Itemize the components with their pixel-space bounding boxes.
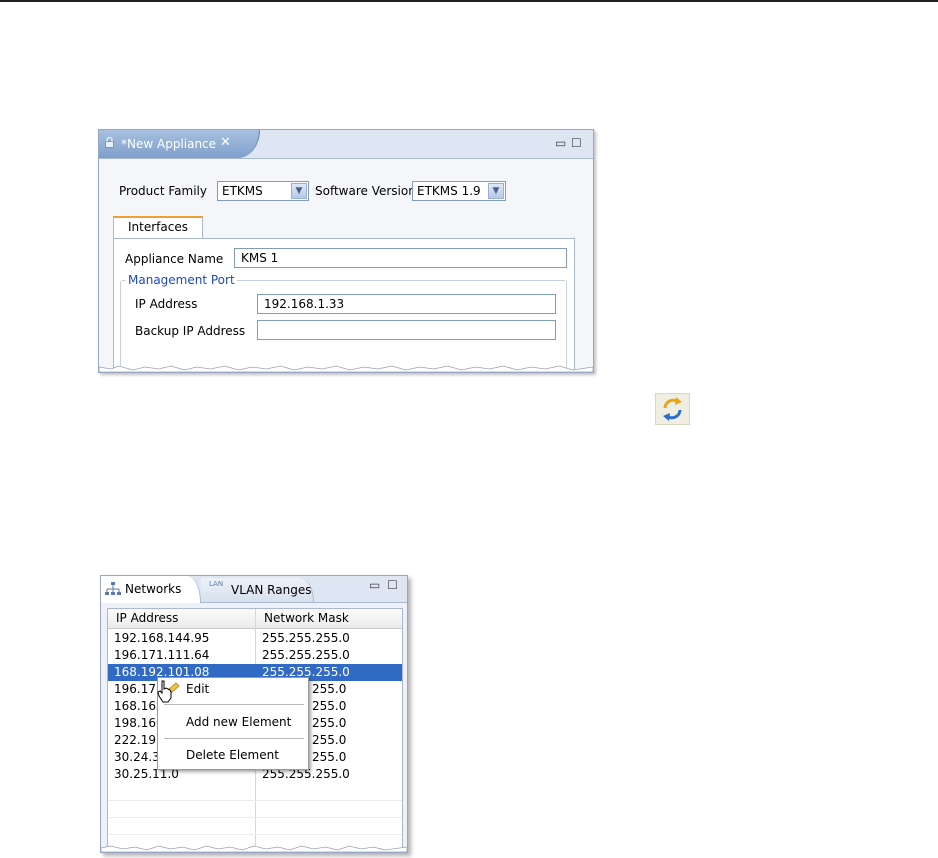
- menu-item-add-label: Add new Element: [186, 715, 292, 729]
- menu-item-add-element[interactable]: Add new Element: [158, 711, 308, 733]
- management-port-title: Management Port: [126, 273, 237, 287]
- context-menu: Edit Add new Element Delete Element: [157, 677, 309, 770]
- software-version-select[interactable]: ETKMS 1.9 ▼: [412, 181, 506, 201]
- backup-ip-label: Backup IP Address: [135, 324, 246, 338]
- software-version-label: Software Version: [315, 184, 416, 198]
- network-icon: [105, 582, 121, 599]
- tab-vlan-ranges[interactable]: LAN VLAN Ranges: [201, 578, 314, 602]
- column-header-mask[interactable]: Network Mask: [264, 611, 349, 625]
- tab-interfaces[interactable]: Interfaces: [113, 216, 203, 239]
- maximize-icon[interactable]: ☐: [387, 578, 398, 592]
- table-row[interactable]: 192.168.144.95 255.255.255.0: [108, 630, 402, 647]
- cell-mask: 255.0: [312, 716, 347, 730]
- tab-networks-label: Networks: [125, 582, 182, 596]
- tab-vlan-ranges-label: VLAN Ranges: [231, 583, 312, 597]
- cell-ip: 196.171.111.64: [114, 648, 210, 662]
- menu-separator: [164, 738, 304, 739]
- torn-edge: [99, 365, 593, 372]
- close-icon[interactable]: ✕: [220, 135, 231, 150]
- appliance-name-label: Appliance Name: [125, 252, 224, 266]
- software-version-value: ETKMS 1.9: [417, 184, 481, 198]
- row-divider: [108, 800, 402, 801]
- editor-tab-new-appliance[interactable]: *New Appliance ✕: [99, 130, 260, 158]
- cell-mask: 255.0: [312, 699, 347, 713]
- row-divider: [108, 817, 402, 818]
- menu-separator: [164, 704, 304, 705]
- product-family-select[interactable]: ETKMS ▼: [217, 181, 309, 201]
- appliance-name-value: KMS 1: [241, 251, 279, 265]
- refresh-icon[interactable]: [655, 393, 690, 425]
- cell-mask: 255.255.255.0: [262, 648, 350, 662]
- menu-item-edit-label: Edit: [186, 682, 210, 696]
- ip-address-field[interactable]: 192.168.1.33: [257, 294, 556, 314]
- editor-tab-bar: *New Appliance ✕ ▭ ☐: [99, 130, 593, 159]
- tab-networks[interactable]: Networks: [101, 576, 201, 603]
- product-family-value: ETKMS: [222, 184, 263, 198]
- lock-icon: [105, 136, 114, 148]
- menu-item-delete-label: Delete Element: [186, 748, 279, 762]
- lan-icon: LAN: [209, 580, 224, 588]
- minimize-icon[interactable]: ▭: [369, 578, 380, 592]
- appliance-name-field[interactable]: KMS 1: [234, 248, 567, 268]
- chevron-down-icon[interactable]: ▼: [291, 183, 307, 199]
- torn-edge: [101, 845, 407, 852]
- cell-mask: 255.0: [312, 750, 347, 764]
- row-divider: [108, 834, 402, 835]
- menu-item-edit[interactable]: Edit: [158, 678, 308, 700]
- interfaces-panel: Appliance Name KMS 1 Management Port IP …: [113, 238, 575, 372]
- top-rule: [0, 0, 938, 2]
- table-row[interactable]: 196.171.111.64 255.255.255.0: [108, 647, 402, 664]
- cell-ip: 30.24.3: [114, 750, 160, 764]
- cell-ip: 192.168.144.95: [114, 631, 210, 645]
- editor-tab-title: *New Appliance: [121, 137, 217, 151]
- cell-mask: 255.0: [312, 682, 347, 696]
- cell-mask: 255.255.255.0: [262, 631, 350, 645]
- networks-tab-bar: Networks LAN VLAN Ranges ▭ ☐: [101, 576, 407, 603]
- hand-cursor-icon: [157, 680, 173, 704]
- backup-ip-field[interactable]: [257, 320, 556, 340]
- menu-item-delete-element[interactable]: Delete Element: [158, 744, 308, 766]
- product-family-label: Product Family: [119, 184, 207, 198]
- chevron-down-icon[interactable]: ▼: [488, 183, 504, 199]
- editor-body: Product Family ETKMS ▼ Software Version …: [99, 159, 593, 372]
- management-port-group: Management Port IP Address 192.168.1.33 …: [120, 273, 567, 372]
- ip-address-label: IP Address: [135, 297, 198, 311]
- minimize-icon[interactable]: ▭: [555, 136, 566, 150]
- ip-address-value: 192.168.1.33: [264, 297, 345, 311]
- maximize-icon[interactable]: ☐: [571, 136, 582, 150]
- new-appliance-editor: *New Appliance ✕ ▭ ☐ Product Family ETKM…: [98, 129, 594, 373]
- column-header-ip[interactable]: IP Address: [116, 611, 178, 625]
- cell-mask: 255.0: [312, 733, 347, 747]
